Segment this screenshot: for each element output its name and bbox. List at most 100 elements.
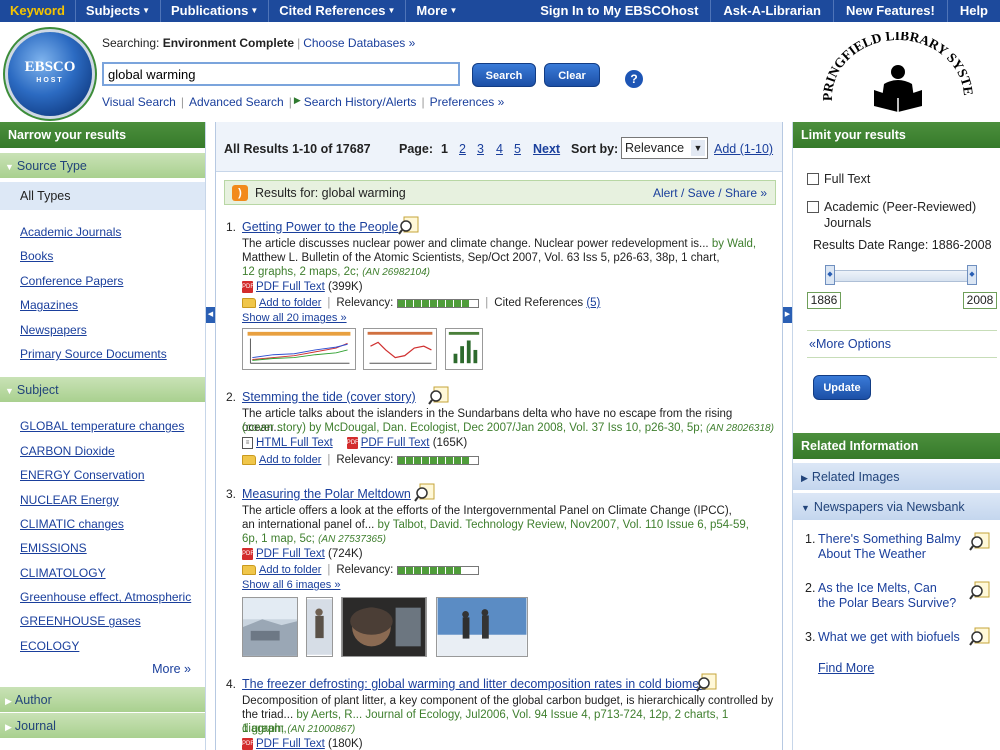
nav-publications[interactable]: Publications ▼ [161, 0, 270, 22]
sign-in-link[interactable]: Sign In to My EBSCOhost [528, 0, 712, 22]
visual-search-link[interactable]: Visual Search [102, 95, 176, 109]
facet-academic-journals[interactable]: Academic Journals [20, 225, 121, 239]
chart-thumbnail[interactable] [242, 328, 356, 370]
add-to-folder-range-link[interactable]: Add (1-10) [714, 142, 773, 156]
clear-button[interactable]: Clear [544, 63, 600, 87]
add-to-folder-link[interactable]: Add to folder [259, 296, 321, 310]
academic-journals-checkbox[interactable]: Academic (Peer-Reviewed) Journals [807, 199, 976, 231]
journal-facet-header[interactable]: ▶ Journal [0, 712, 205, 739]
new-features-link[interactable]: New Features! [834, 0, 948, 22]
add-to-folder-link[interactable]: Add to folder [259, 563, 321, 577]
caret-down-icon: ▼ [250, 6, 259, 15]
subject-item[interactable]: ENERGY Conservation [20, 468, 145, 482]
pdf-full-text-link[interactable]: PDF Full Text [256, 737, 325, 750]
related-images-header[interactable]: ▶ Related Images [793, 462, 1000, 490]
facet-newspapers[interactable]: Newspapers [20, 323, 87, 337]
news-link[interactable]: As the Ice Melts, Can the Polar Bears Sur… [818, 581, 956, 611]
help-link[interactable]: Help [948, 0, 1000, 22]
search-input[interactable] [102, 62, 460, 86]
news-link[interactable]: There's Something Balmy About The Weather [818, 532, 961, 562]
photo-thumbnail[interactable] [242, 597, 298, 657]
photo-thumbnail[interactable] [436, 597, 528, 657]
collapse-right-icon[interactable]: ▶ [783, 307, 792, 323]
more-subjects-link[interactable]: More » [0, 662, 205, 676]
page-4-link[interactable]: 4 [496, 142, 503, 156]
subject-item[interactable]: ECOLOGY [20, 639, 79, 653]
find-more-link[interactable]: Find More [818, 661, 874, 675]
advanced-search-link[interactable]: Advanced Search [189, 95, 284, 109]
preview-magnifier-icon[interactable] [969, 581, 991, 601]
date-from-field[interactable]: 1886 [807, 292, 841, 309]
chart-thumbnail[interactable] [445, 328, 483, 370]
subject-item[interactable]: NUCLEAR Energy [20, 493, 119, 507]
pdf-icon: PDF [346, 437, 359, 449]
facet-conference-papers[interactable]: Conference Papers [20, 274, 123, 288]
sort-select[interactable]: Relevance ▼ [621, 137, 708, 159]
next-page-link[interactable]: Next [533, 142, 560, 156]
full-text-checkbox[interactable]: Full Text [807, 172, 870, 186]
date-slider-handle-end[interactable]: ◆ [967, 265, 977, 285]
preferences-link[interactable]: Preferences » [430, 95, 505, 109]
source-type-facet-header[interactable]: ▼ Source Type [0, 152, 205, 178]
cited-references-count-link[interactable]: (5) [586, 296, 600, 310]
collapse-left-icon[interactable]: ◀ [206, 307, 215, 323]
pdf-full-text-link[interactable]: PDF Full Text [256, 547, 325, 561]
author-facet-header[interactable]: ▶ Author [0, 686, 205, 713]
preview-magnifier-icon[interactable] [696, 673, 718, 693]
result-title-link[interactable]: The freezer defrosting: global warming a… [242, 677, 705, 691]
subject-item[interactable]: CLIMATIC changes [20, 517, 124, 531]
all-types-option[interactable]: All Types [0, 182, 205, 210]
result-title-link[interactable]: Stemming the tide (cover story) [242, 390, 416, 404]
preview-magnifier-icon[interactable] [428, 386, 450, 406]
subject-item[interactable]: EMISSIONS [20, 541, 87, 555]
pdf-full-text-link[interactable]: PDF Full Text [361, 436, 430, 450]
nav-keyword[interactable]: Keyword [0, 0, 76, 22]
checkbox-icon [807, 173, 819, 185]
show-all-images-link[interactable]: Show all 6 images » [242, 578, 340, 592]
facet-magazines[interactable]: Magazines [20, 298, 78, 312]
rss-icon[interactable]: ) [232, 185, 248, 201]
nav-more[interactable]: More ▼ [406, 0, 467, 22]
search-button[interactable]: Search [472, 63, 536, 87]
subject-item[interactable]: GLOBAL temperature changes [20, 419, 184, 433]
subject-item[interactable]: GREENHOUSE gases [20, 614, 141, 628]
result-title-link[interactable]: Measuring the Polar Meltdown [242, 487, 411, 501]
html-full-text-link[interactable]: HTML Full Text [256, 436, 333, 450]
subject-item[interactable]: Greenhouse effect, Atmospheric [20, 590, 191, 604]
page-2-link[interactable]: 2 [459, 142, 466, 156]
preview-magnifier-icon[interactable] [414, 483, 436, 503]
preview-magnifier-icon[interactable] [969, 627, 991, 647]
news-link[interactable]: What we get with biofuels [818, 630, 960, 645]
newspapers-header[interactable]: ▼ Newspapers via Newsbank [793, 492, 1000, 520]
alert-save-share-link[interactable]: Alert / Save / Share » [653, 186, 767, 200]
facet-books[interactable]: Books [20, 249, 53, 263]
ask-a-librarian-link[interactable]: Ask-A-Librarian [711, 0, 834, 22]
chart-thumbnail[interactable] [363, 328, 437, 370]
subject-item[interactable]: CLIMATOLOGY [20, 566, 106, 580]
facet-primary-source-documents[interactable]: Primary Source Documents [20, 347, 167, 361]
relevancy-segment [422, 566, 431, 574]
pdf-icon: PDF [242, 281, 254, 293]
help-icon[interactable]: ? [625, 70, 643, 88]
pdf-full-text-link[interactable]: PDF Full Text [256, 280, 325, 294]
add-to-folder-link[interactable]: Add to folder [259, 453, 321, 467]
date-to-field[interactable]: 2008 [963, 292, 997, 309]
nav-cited-references[interactable]: Cited References ▼ [269, 0, 407, 22]
update-button[interactable]: Update [813, 375, 871, 400]
result-title-link[interactable]: Getting Power to the People [242, 220, 398, 234]
preview-magnifier-icon[interactable] [969, 532, 991, 552]
more-options-link[interactable]: «More Options [809, 337, 891, 351]
subject-facet-header[interactable]: ▼ Subject [0, 376, 205, 403]
nav-subjects[interactable]: Subjects ▼ [76, 0, 162, 22]
choose-databases-link[interactable]: Choose Databases » [303, 36, 415, 50]
page-3-link[interactable]: 3 [477, 142, 484, 156]
photo-thumbnail[interactable] [306, 597, 333, 657]
preview-magnifier-icon[interactable] [398, 216, 420, 236]
ebscohost-logo[interactable]: EBSCO HOST [8, 32, 92, 116]
subject-item[interactable]: CARBON Dioxide [20, 444, 115, 458]
photo-thumbnail[interactable] [341, 597, 427, 657]
page-5-link[interactable]: 5 [514, 142, 521, 156]
search-history-link[interactable]: Search History/Alerts [304, 95, 417, 109]
show-all-images-link[interactable]: Show all 20 images » [242, 311, 347, 325]
date-slider-handle-start[interactable]: ◆ [825, 265, 835, 285]
